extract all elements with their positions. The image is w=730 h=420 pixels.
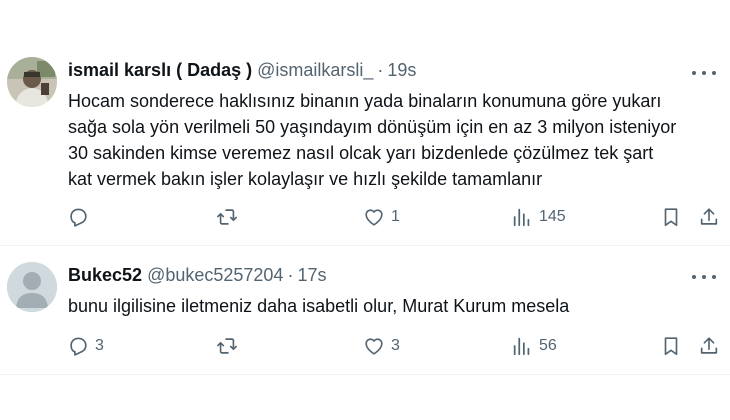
user-handle[interactable]: @ismailkarsli_ bbox=[257, 60, 373, 81]
divider bbox=[0, 374, 730, 375]
reply-button[interactable] bbox=[67, 202, 95, 232]
like-count: 1 bbox=[391, 208, 400, 225]
tweet-text: Hocam sonderece haklısınız binanın yada … bbox=[68, 88, 718, 192]
avatar[interactable] bbox=[7, 262, 57, 312]
tweet-text-line: kat vermek bakın işler kolaylaşır ve hız… bbox=[68, 169, 543, 189]
separator-dot: · bbox=[377, 60, 384, 80]
action-bar: 3 3 56 bbox=[0, 331, 730, 361]
timestamp[interactable]: 17s bbox=[297, 265, 326, 286]
tweet[interactable]: ismail karslı ( Dadaş ) @ismailkarsli_ ·… bbox=[0, 0, 730, 245]
heart-icon bbox=[365, 338, 383, 355]
heart-icon bbox=[365, 209, 383, 226]
more-icon[interactable] bbox=[692, 63, 716, 83]
reply-button[interactable]: 3 bbox=[67, 331, 104, 361]
like-button[interactable]: 1 bbox=[363, 202, 400, 232]
reply-icon bbox=[70, 208, 87, 227]
default-avatar-icon bbox=[7, 262, 57, 312]
action-bar: 1 145 bbox=[0, 202, 730, 232]
retweet-icon bbox=[217, 338, 237, 354]
more-icon[interactable] bbox=[692, 267, 716, 287]
reply-icon bbox=[70, 337, 87, 356]
tweet-text-line: 30 sakinden kimse veremez nasıl olcak ya… bbox=[68, 143, 654, 163]
views-button[interactable]: 145 bbox=[511, 202, 566, 232]
views-icon bbox=[513, 337, 530, 356]
reply-count: 3 bbox=[95, 337, 104, 354]
share-icon bbox=[700, 208, 718, 225]
tweet-header: ismail karslı ( Dadaş ) @ismailkarsli_ ·… bbox=[68, 60, 416, 81]
like-button[interactable]: 3 bbox=[363, 331, 400, 361]
bookmark-button[interactable] bbox=[660, 202, 682, 232]
tweet-header: Bukec52 @bukec5257204 · 17s bbox=[68, 265, 326, 286]
share-button[interactable] bbox=[698, 331, 720, 361]
tweet-text-line: bunu ilgilisine iletmeniz daha isabetli … bbox=[68, 296, 570, 316]
separator-dot: · bbox=[287, 265, 294, 285]
display-name[interactable]: Bukec52 bbox=[68, 265, 142, 286]
views-button[interactable]: 56 bbox=[511, 331, 557, 361]
user-photo-icon bbox=[7, 57, 57, 107]
bookmark-button[interactable] bbox=[660, 331, 682, 361]
tweet[interactable]: Bukec52 @bukec5257204 · 17s bunu ilgilis… bbox=[0, 245, 730, 375]
share-icon bbox=[700, 337, 718, 354]
view-count: 56 bbox=[539, 337, 557, 354]
user-handle[interactable]: @bukec5257204 bbox=[147, 265, 283, 286]
retweet-icon bbox=[217, 209, 237, 225]
avatar[interactable] bbox=[7, 57, 57, 107]
retweet-button[interactable] bbox=[216, 331, 244, 361]
bookmark-icon bbox=[664, 337, 678, 356]
view-count: 145 bbox=[539, 208, 566, 225]
retweet-button[interactable] bbox=[216, 202, 244, 232]
share-button[interactable] bbox=[698, 202, 720, 232]
views-icon bbox=[513, 208, 530, 227]
timestamp[interactable]: 19s bbox=[387, 60, 416, 81]
bookmark-icon bbox=[664, 208, 678, 227]
tweet-text-line: Hocam sonderece haklısınız binanın yada … bbox=[68, 91, 662, 111]
tweet-text-line: sağa sola yön verilmeli 50 yaşındayım dö… bbox=[68, 117, 677, 137]
like-count: 3 bbox=[391, 337, 400, 354]
tweet-text: bunu ilgilisine iletmeniz daha isabetli … bbox=[68, 293, 718, 319]
display-name[interactable]: ismail karslı ( Dadaş ) bbox=[68, 60, 252, 81]
